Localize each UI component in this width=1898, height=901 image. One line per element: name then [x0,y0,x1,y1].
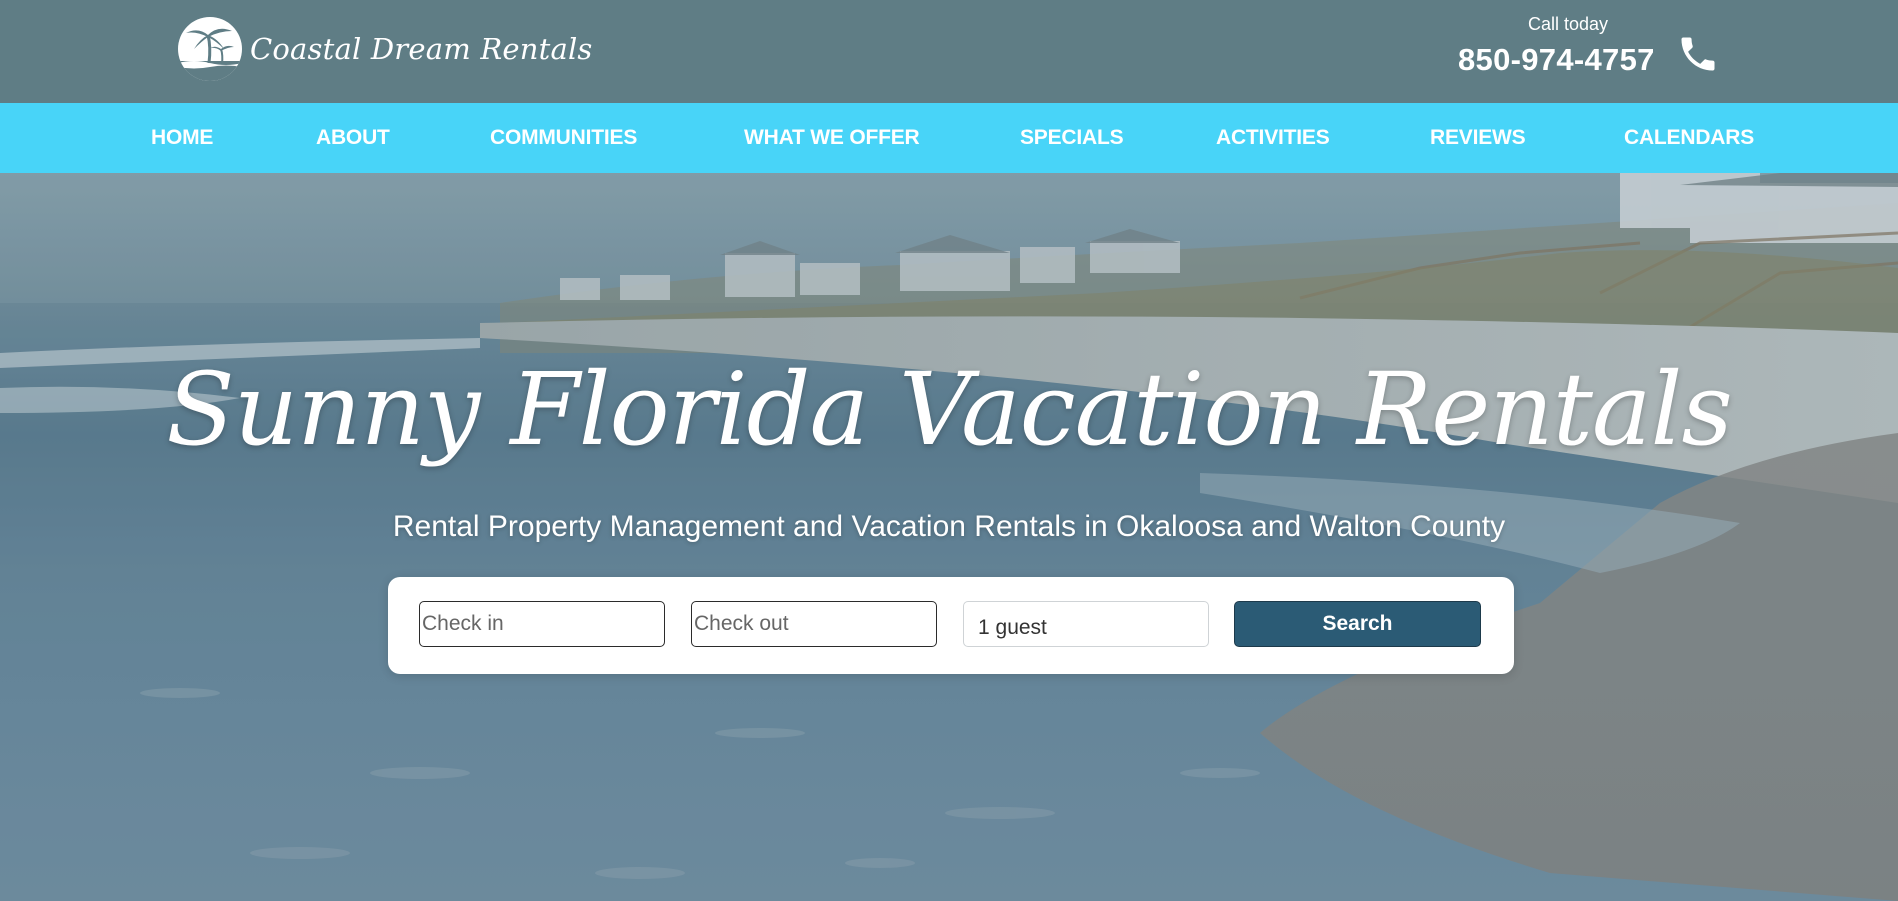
phone-number-link[interactable]: 850-974-4757 [1458,42,1655,78]
booking-search-bar: 1 guest Search [388,577,1514,674]
check-out-input[interactable] [691,601,937,647]
hero-subtitle: Rental Property Management and Vacation … [392,510,1506,543]
nav-item-reviews[interactable]: REVIEWS [1430,103,1526,173]
nav-item-calendars[interactable]: CALENDARS [1624,103,1754,173]
check-in-input[interactable] [419,601,665,647]
search-button[interactable]: Search [1234,601,1481,647]
phone-icon[interactable] [1676,32,1720,76]
hero-section: Sunny Florida Vacation Rentals Rental Pr… [0,173,1898,901]
palm-tree-logo-icon [178,17,242,81]
top-header: Coastal Dream Rentals Call today 850-974… [0,0,1898,103]
nav-item-specials[interactable]: SPECIALS [1020,103,1124,173]
call-label: Call today [1528,14,1609,34]
site-logo[interactable]: Coastal Dream Rentals [178,16,593,82]
nav-item-what-we-offer[interactable]: WHAT WE OFFER [744,103,920,173]
nav-item-about[interactable]: ABOUT [316,103,390,173]
main-nav: HOME ABOUT COMMUNITIES WHAT WE OFFER SPE… [0,103,1898,173]
nav-item-home[interactable]: HOME [151,103,213,173]
hero-title: Sunny Florida Vacation Rentals [166,351,1733,468]
nav-item-activities[interactable]: ACTIVITIES [1216,103,1330,173]
nav-item-communities[interactable]: COMMUNITIES [490,103,637,173]
call-block: Call today 850-974-4757 [1440,12,1720,92]
guests-select[interactable]: 1 guest [963,601,1209,647]
logo-text: Coastal Dream Rentals [250,32,593,66]
